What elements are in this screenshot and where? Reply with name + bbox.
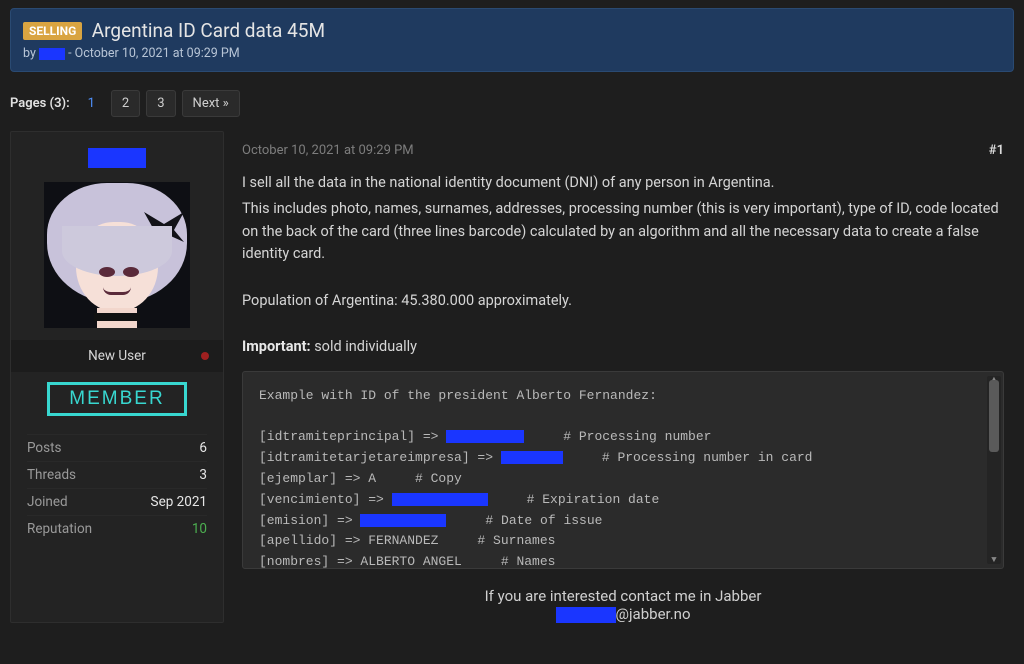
- pagination: Pages (3): 1 2 3 Next »: [10, 90, 1014, 117]
- pages-label: Pages (3):: [10, 96, 70, 111]
- scrollbar[interactable]: ▲ ▼: [987, 376, 1001, 564]
- important-label: Important:: [242, 338, 311, 355]
- code-block[interactable]: Example with ID of the president Alberto…: [242, 371, 1004, 569]
- code-pre: [idtramitetarjetareimpresa] =>: [259, 450, 501, 465]
- post-number[interactable]: #1: [989, 143, 1004, 158]
- member-badge: MEMBER: [47, 382, 187, 416]
- code-pre: [ejemplar] => A # Copy: [259, 471, 462, 486]
- avatar[interactable]: [44, 182, 190, 328]
- post-content: October 10, 2021 at 09:29 PM #1 I sell a…: [224, 131, 1014, 623]
- code-post: # Processing number: [524, 429, 711, 444]
- user-role-text: New User: [88, 348, 146, 364]
- contact-line: If you are interested contact me in Jabb…: [242, 587, 1004, 605]
- post-timestamp[interactable]: October 10, 2021 at 09:29 PM: [242, 143, 414, 158]
- title-row: SELLING Argentina ID Card data 45M: [23, 19, 1001, 42]
- page-next[interactable]: Next »: [182, 90, 240, 117]
- redacted-value: [446, 430, 524, 443]
- stat-joined-label: Joined: [27, 494, 68, 510]
- contact-jabber: @jabber.no: [242, 605, 1004, 623]
- post-body: I sell all the data in the national iden…: [242, 172, 1004, 623]
- code-pre: [vencimiento] =>: [259, 492, 392, 507]
- code-lines: [idtramiteprincipal] => # Processing num…: [259, 427, 987, 568]
- para-1: I sell all the data in the national iden…: [242, 172, 1004, 194]
- username-redacted[interactable]: [88, 148, 146, 168]
- thread-title[interactable]: Argentina ID Card data 45M: [92, 19, 325, 42]
- by-prefix: by: [23, 46, 36, 61]
- page-2[interactable]: 2: [111, 90, 140, 117]
- post-row: New User MEMBER Posts 6 Threads 3 Joined…: [10, 131, 1014, 623]
- stat-rep-value[interactable]: 10: [192, 521, 207, 537]
- code-blank: [259, 407, 987, 428]
- scroll-thumb[interactable]: [989, 380, 999, 452]
- jabber-user-redacted: [556, 607, 616, 623]
- code-line-1: [idtramitetarjetareimpresa] => # Process…: [259, 448, 987, 469]
- redacted-value: [360, 514, 446, 527]
- para-3: Population of Argentina: 45.380.000 appr…: [242, 290, 1004, 312]
- para-2: This includes photo, names, surnames, ad…: [242, 198, 1004, 265]
- important-text: sold individually: [311, 338, 417, 355]
- code-line-4: [emision] => # Date of issue: [259, 511, 987, 532]
- code-post: # Processing number in card: [563, 450, 813, 465]
- stat-threads-value: 3: [199, 467, 207, 483]
- byline-date: October 10, 2021 at 09:29 PM: [75, 46, 240, 61]
- redacted-value: [392, 493, 488, 506]
- stat-posts-value: 6: [199, 440, 207, 456]
- stat-posts: Posts 6: [27, 434, 207, 461]
- jabber-domain: @jabber.no: [616, 605, 691, 623]
- stat-threads: Threads 3: [27, 461, 207, 488]
- author-redacted[interactable]: [39, 48, 65, 60]
- stat-threads-label: Threads: [27, 467, 76, 483]
- code-post: # Date of issue: [446, 513, 602, 528]
- avatar-bangs: [62, 226, 172, 276]
- user-role: New User: [11, 340, 223, 372]
- code-pre: [idtramiteprincipal] =>: [259, 429, 446, 444]
- redacted-value: [501, 451, 563, 464]
- code-post: # Expiration date: [488, 492, 660, 507]
- code-header: Example with ID of the president Alberto…: [259, 386, 987, 407]
- avatar-eye-right: [123, 267, 139, 277]
- avatar-mouth: [103, 287, 131, 295]
- post-meta: October 10, 2021 at 09:29 PM #1: [242, 143, 1004, 158]
- code-line-2: [ejemplar] => A # Copy: [259, 469, 987, 490]
- page-3[interactable]: 3: [146, 90, 175, 117]
- para-important: Important: sold individually: [242, 336, 1004, 358]
- code-pre: [emision] =>: [259, 513, 360, 528]
- stat-rep-label: Reputation: [27, 521, 92, 537]
- contact-block: If you are interested contact me in Jabb…: [242, 587, 1004, 623]
- stat-posts-label: Posts: [27, 440, 61, 456]
- code-line-5: [apellido] => FERNANDEZ # Surnames: [259, 531, 987, 552]
- code-line-3: [vencimiento] => # Expiration date: [259, 490, 987, 511]
- scroll-down-icon[interactable]: ▼: [987, 554, 1001, 566]
- code-line-6: [nombres] => ALBERTO ANGEL # Names: [259, 552, 987, 569]
- code-pre: [nombres] => ALBERTO ANGEL # Names: [259, 554, 555, 569]
- code-line-0: [idtramiteprincipal] => # Processing num…: [259, 427, 987, 448]
- avatar-choker: [94, 313, 140, 321]
- avatar-eye-left: [99, 267, 115, 277]
- thread-byline: by - October 10, 2021 at 09:29 PM: [23, 46, 1001, 61]
- stat-joined: Joined Sep 2021: [27, 488, 207, 515]
- stat-joined-value: Sep 2021: [151, 494, 207, 510]
- user-stats: Posts 6 Threads 3 Joined Sep 2021 Reputa…: [11, 428, 223, 556]
- page-1[interactable]: 1: [78, 91, 105, 116]
- code-pre: [apellido] => FERNANDEZ # Surnames: [259, 533, 555, 548]
- user-panel: New User MEMBER Posts 6 Threads 3 Joined…: [10, 131, 224, 623]
- status-dot-icon: [201, 352, 209, 360]
- thread-header: SELLING Argentina ID Card data 45M by - …: [10, 8, 1014, 72]
- stat-reputation: Reputation 10: [27, 515, 207, 542]
- selling-tag: SELLING: [23, 22, 82, 40]
